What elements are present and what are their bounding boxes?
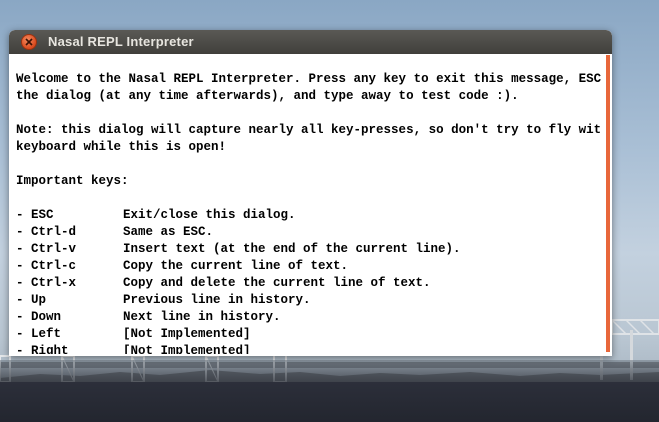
- intro-line: Welcome to the Nasal REPL Interpreter. P…: [16, 72, 601, 86]
- key-name: - ESC: [16, 208, 54, 222]
- key-name: - Ctrl-x: [16, 276, 77, 290]
- key-description: Copy the current line of text.: [123, 259, 349, 273]
- key-row: - Ctrl-v Insert text (at the end of the c…: [16, 241, 601, 258]
- key-row: - ESC Exit/close this dialog.: [16, 207, 601, 224]
- key-name: - Ctrl-c: [16, 259, 77, 273]
- key-description: Insert text (at the end of the current l…: [123, 242, 461, 256]
- key-name: - Ctrl-v: [16, 242, 77, 256]
- key-description: [Not Implemented]: [123, 344, 251, 354]
- key-name: - Left: [16, 327, 62, 341]
- key-name: - Down: [16, 310, 62, 324]
- key-row: - Left [Not Implemented]: [16, 326, 601, 343]
- key-name: - Up: [16, 293, 47, 307]
- key-row: - Ctrl-d Same as ESC.: [16, 224, 601, 241]
- dialog-title: Nasal REPL Interpreter: [48, 34, 194, 49]
- key-description: Copy and delete the current line of text…: [123, 276, 431, 290]
- intro-line: Important keys:: [16, 174, 129, 188]
- intro-line: the dialog (at any time afterwards), and…: [16, 89, 519, 103]
- scrollbar[interactable]: [606, 55, 610, 352]
- key-description: Exit/close this dialog.: [123, 208, 296, 222]
- key-description: Same as ESC.: [123, 225, 214, 239]
- key-row: - Ctrl-c Copy the current line of text.: [16, 258, 601, 275]
- intro-line: Note: this dialog will capture nearly al…: [16, 123, 601, 137]
- key-description: Next line in history.: [123, 310, 281, 324]
- dialog-titlebar[interactable]: Nasal REPL Interpreter: [9, 30, 612, 54]
- intro-line: [16, 190, 601, 207]
- intro-line: keyboard while this is open!: [16, 140, 227, 154]
- repl-dialog[interactable]: Nasal REPL Interpreter Welcome to the Na…: [9, 30, 612, 356]
- intro-line: [16, 156, 601, 173]
- key-description: Previous line in history.: [123, 293, 311, 307]
- key-row: - Up Previous line in history.: [16, 292, 601, 309]
- horizon-haze: [0, 360, 659, 384]
- key-row: - Down Next line in history.: [16, 309, 601, 326]
- intro-line: [16, 105, 601, 122]
- key-name: - Right: [16, 344, 69, 354]
- repl-output[interactable]: Welcome to the Nasal REPL Interpreter. P…: [16, 71, 601, 354]
- ground: [0, 382, 659, 422]
- key-description: [Not Implemented]: [123, 327, 251, 341]
- close-icon[interactable]: [21, 34, 37, 50]
- key-row: - Right [Not Implemented]: [16, 343, 601, 354]
- key-row: - Ctrl-x Copy and delete the current line…: [16, 275, 601, 292]
- key-name: - Ctrl-d: [16, 225, 77, 239]
